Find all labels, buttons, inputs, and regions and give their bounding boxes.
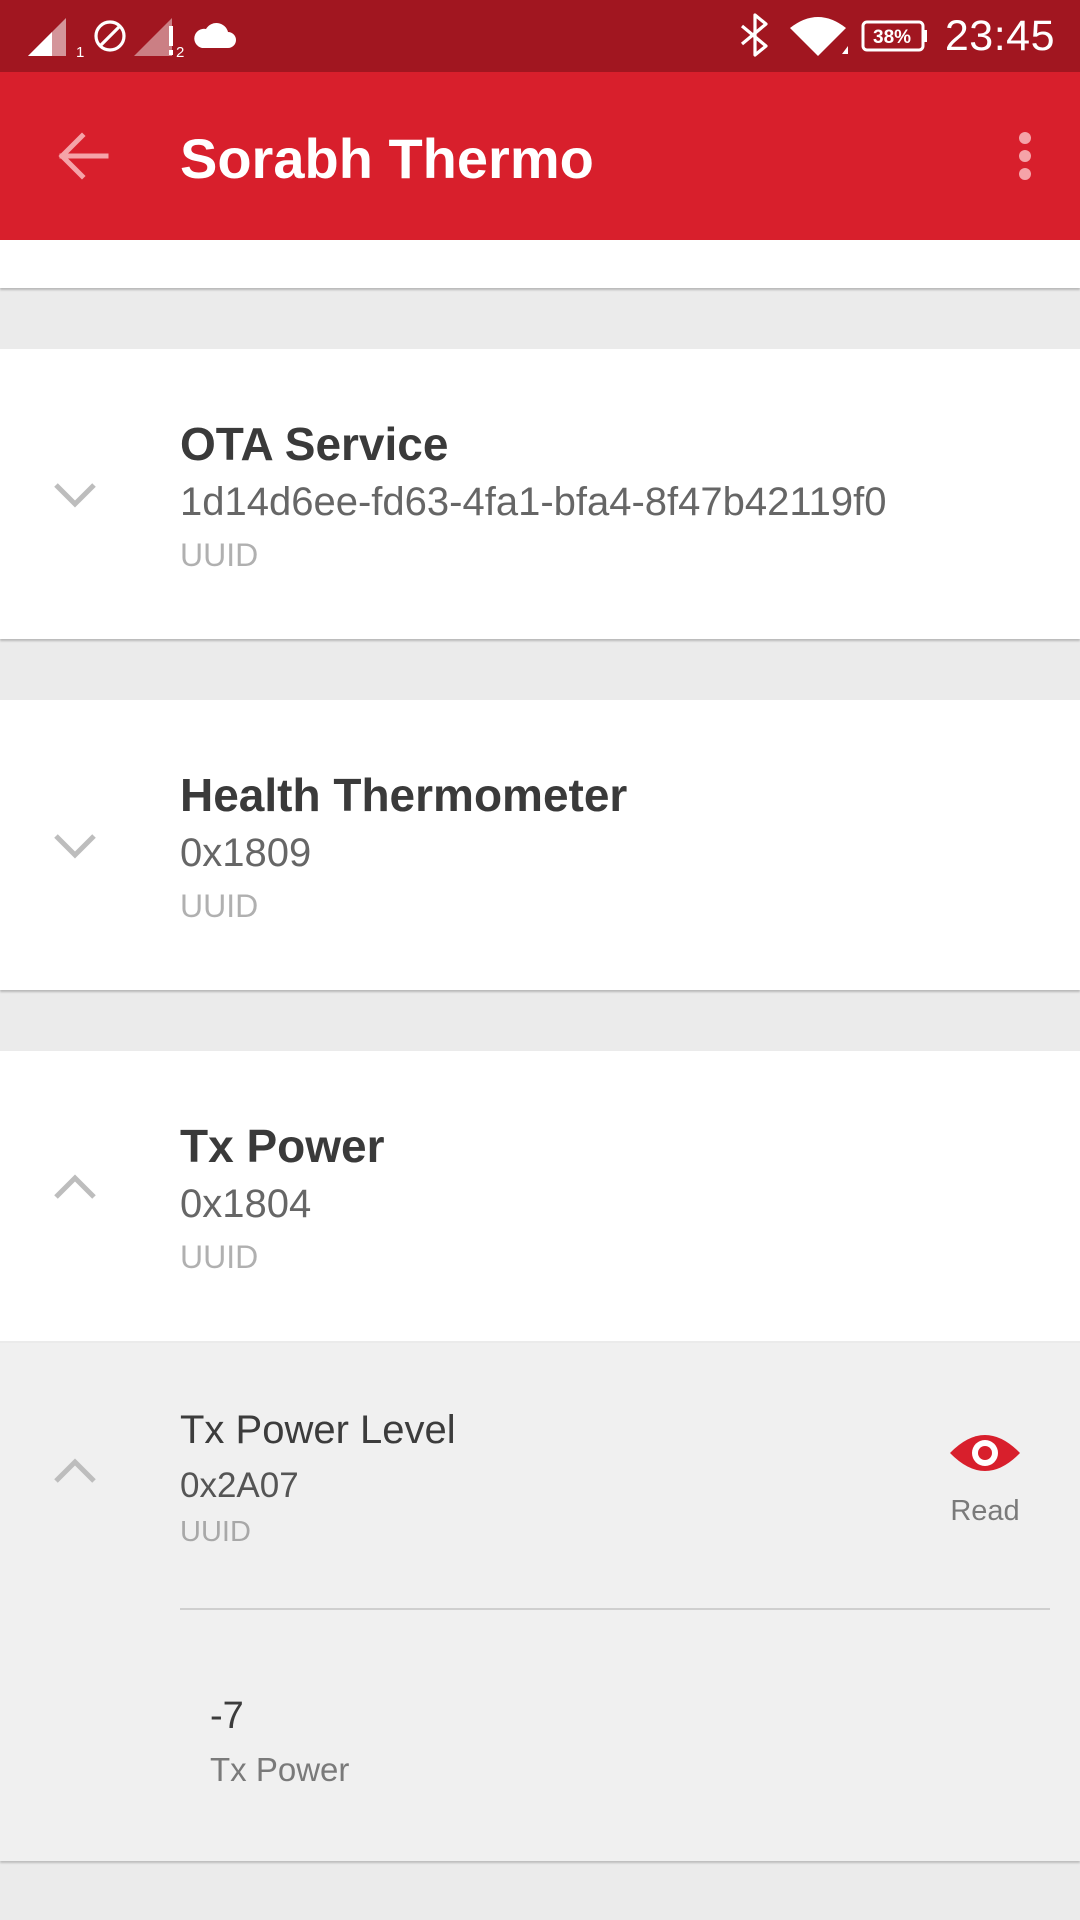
characteristic-uuid: 0x2A07	[180, 1466, 299, 1505]
app-bar: Sorabh Thermo	[0, 72, 1080, 240]
status-time: 23:45	[944, 12, 1055, 60]
read-button[interactable]: Read	[940, 1423, 1030, 1533]
uuid-caption: UUID	[180, 1239, 259, 1275]
service-name: OTA Service	[180, 418, 449, 470]
service-name: Tx Power	[180, 1120, 385, 1172]
uuid-caption: UUID	[180, 888, 259, 924]
service-uuid: 0x1809	[180, 831, 312, 875]
eye-icon	[950, 1435, 1020, 1471]
uuid-caption: UUID	[180, 537, 259, 573]
uuid-caption: UUID	[180, 1516, 251, 1548]
characteristic-name: Tx Power Level	[180, 1408, 456, 1452]
overflow-menu-button[interactable]	[990, 116, 1060, 196]
back-button[interactable]	[44, 116, 124, 196]
chevron-up-icon[interactable]	[50, 1453, 100, 1489]
wifi-icon	[790, 17, 848, 56]
service-name: Health Thermometer	[180, 769, 628, 821]
svg-text:38%: 38%	[873, 27, 911, 48]
status-right-icons: 38%	[740, 13, 927, 57]
service-card-tx-power[interactable]: Tx Power 0x1804 UUID	[0, 1051, 1080, 1341]
service-card-health-thermometer[interactable]: Health Thermometer 0x1809 UUID	[0, 700, 1080, 990]
read-label: Read	[950, 1495, 1020, 1527]
service-uuid: 1d14d6ee-fd63-4fa1-bfa4-8f47b42119f0	[180, 480, 887, 524]
characteristic-panel: Tx Power Level 0x2A07 UUID Read -7 Tx Po…	[0, 1343, 1080, 1861]
bluetooth-icon	[740, 13, 768, 57]
status-bar: 1 2 38% 23:45	[0, 0, 1080, 72]
chevron-up-icon[interactable]	[50, 1169, 100, 1205]
service-uuid: 0x1804	[180, 1182, 312, 1226]
more-vert-icon	[1019, 132, 1031, 180]
characteristic-value: -7	[210, 1695, 244, 1737]
divider	[180, 1608, 1050, 1610]
previous-card-stub	[0, 240, 1080, 288]
service-card-ota[interactable]: OTA Service 1d14d6ee-fd63-4fa1-bfa4-8f47…	[0, 349, 1080, 639]
app-title: Sorabh Thermo	[180, 127, 594, 190]
value-caption: Tx Power	[210, 1751, 350, 1788]
chevron-down-icon[interactable]	[50, 828, 100, 864]
chevron-down-icon[interactable]	[50, 477, 100, 513]
arrow-back-icon	[58, 132, 109, 180]
battery-icon: 38%	[861, 20, 927, 52]
